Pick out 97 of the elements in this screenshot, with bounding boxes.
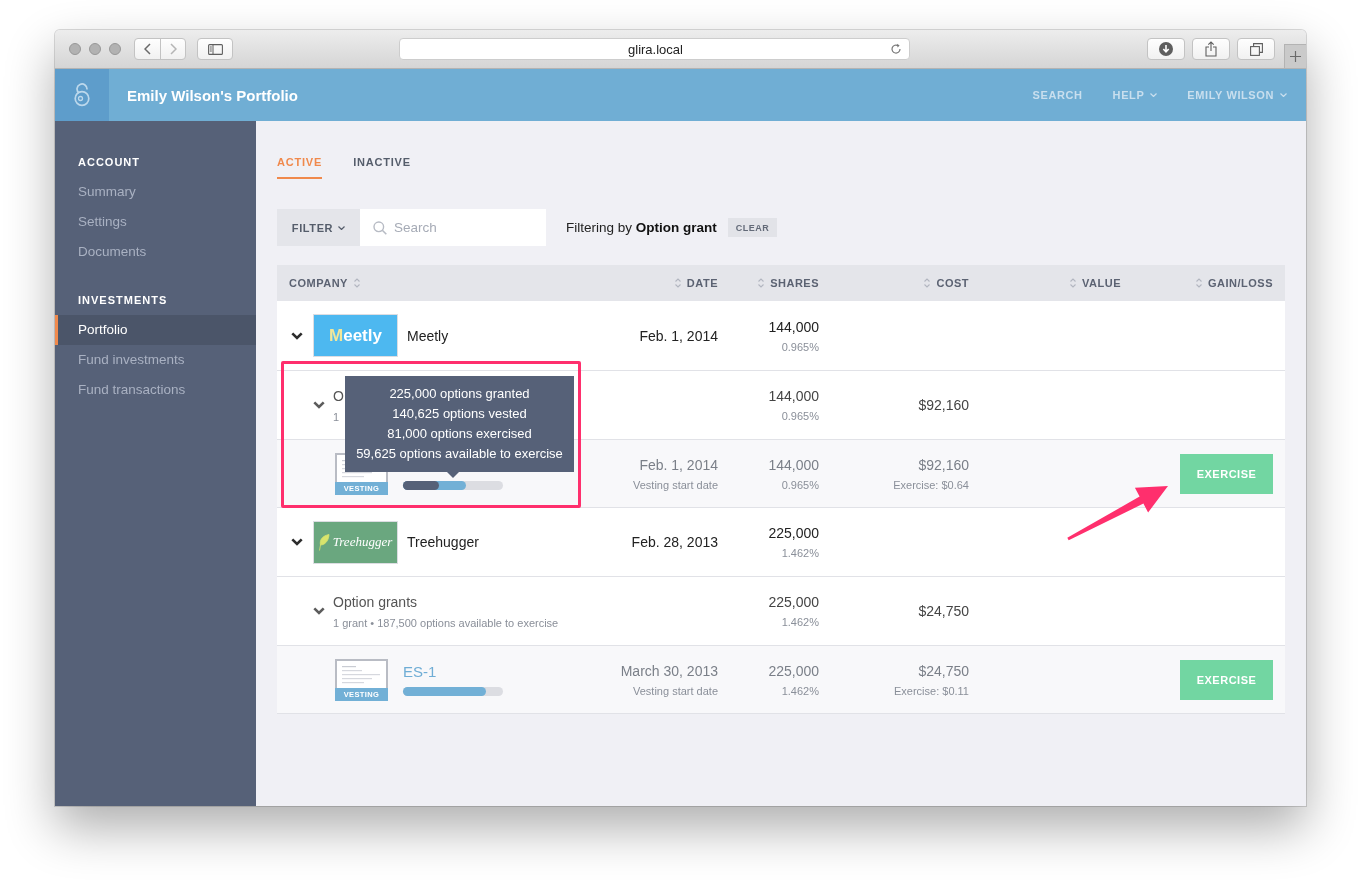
nav-link[interactable]: EMILY WILSON <box>1187 89 1287 101</box>
exercise-button[interactable]: EXERCISE <box>1180 453 1273 494</box>
tooltip-line: 81,000 options exercised <box>387 425 532 443</box>
sidebar-item[interactable]: Portfolio <box>55 315 256 345</box>
minimize-window-button[interactable] <box>89 43 101 55</box>
chevron-down-icon[interactable] <box>291 331 303 340</box>
caret-down-icon <box>1150 93 1158 97</box>
caret-down-icon <box>338 225 346 230</box>
exercise-button[interactable]: EXERCISE <box>1180 659 1273 700</box>
percent-text: 0.965% <box>781 340 819 353</box>
group-title: O <box>333 387 344 404</box>
filter-button[interactable]: FILTER <box>277 209 360 246</box>
exercise-price: Exercise: $0.64 <box>893 478 969 491</box>
nav-link[interactable]: HELP <box>1112 89 1158 101</box>
logo-text: Meetly <box>329 325 382 346</box>
chevron-right-icon <box>169 43 177 55</box>
percent-text: 0.965% <box>781 410 819 422</box>
close-window-button[interactable] <box>69 43 81 55</box>
shares-value: 225,000 <box>768 525 819 541</box>
shares-value: 144,000 <box>768 388 819 404</box>
leaf-icon <box>318 533 330 551</box>
logo-text: Treehugger <box>332 534 393 550</box>
plus-icon <box>1290 51 1301 62</box>
downloads-button[interactable] <box>1147 38 1185 60</box>
sidebar-heading: ACCOUNT <box>77 155 141 170</box>
filter-status: Filtering by Option grant <box>566 220 717 235</box>
sort-icon <box>1196 278 1202 288</box>
address-field[interactable]: glira.local <box>399 38 910 60</box>
grant-link[interactable]: ES-1 <box>403 663 503 681</box>
app-title: Emily Wilson's Portfolio <box>127 86 298 104</box>
sidebar-item[interactable]: Fund transactions <box>55 375 256 405</box>
chevron-down-icon[interactable] <box>313 401 325 409</box>
caret-down-icon <box>1280 93 1287 97</box>
sidebar-button[interactable] <box>197 38 233 60</box>
column-header[interactable]: GAIN/LOSS <box>1196 277 1273 289</box>
logo-tile[interactable] <box>55 69 109 121</box>
sort-icon <box>1070 278 1077 288</box>
column-header[interactable]: SHARES <box>758 277 819 289</box>
cost-value: $24,750 <box>918 662 969 679</box>
company-name: Treehugger <box>407 534 479 550</box>
sidebar-icon <box>207 43 223 55</box>
group-subtitle: 1 <box>333 410 341 423</box>
date-note: Vesting start date <box>633 684 718 697</box>
column-header[interactable]: VALUE <box>1070 277 1121 289</box>
search-field[interactable]: Search <box>360 209 546 246</box>
column-header[interactable]: COMPANY <box>289 277 360 289</box>
sort-icon <box>353 278 360 288</box>
chevron-down-icon[interactable] <box>313 607 325 615</box>
column-header[interactable]: COST <box>924 277 969 289</box>
clear-button[interactable]: CLEAR <box>727 218 778 237</box>
column-header[interactable]: DATE <box>674 277 718 289</box>
date-text: March 30, 2013 <box>620 662 718 679</box>
cost-value: $92,160 <box>918 456 969 473</box>
chevron-left-icon <box>144 43 151 55</box>
tabs-icon <box>1249 42 1263 56</box>
sidebar-item[interactable]: Fund investments <box>55 345 256 375</box>
tooltip-line: 225,000 options granted <box>389 385 530 403</box>
search-icon <box>373 221 387 235</box>
chevron-down-icon[interactable] <box>291 538 303 546</box>
reload-icon[interactable] <box>890 43 902 55</box>
sidebar-heading: INVESTMENTS <box>77 293 169 308</box>
nav-link[interactable]: SEARCH <box>1032 89 1083 101</box>
date-text: Feb. 28, 2013 <box>631 534 718 550</box>
company-name: Meetly <box>407 327 449 344</box>
logo-icon <box>74 83 90 107</box>
percent-text: 1.462% <box>781 684 819 697</box>
percent-text: 0.965% <box>781 478 819 491</box>
zoom-window-button[interactable] <box>109 43 121 55</box>
sidebar-item[interactable]: Documents <box>55 237 256 267</box>
date-note: Vesting start date <box>633 478 718 491</box>
exercise-price: Exercise: $0.11 <box>894 684 969 697</box>
group-title: Option grants <box>333 593 419 610</box>
percent-text: 1.462% <box>781 547 819 559</box>
sidebar-item[interactable]: Summary <box>55 177 256 207</box>
tooltip-line: 140,625 options vested <box>392 405 527 423</box>
tab[interactable]: ACTIVE <box>277 155 323 179</box>
download-icon <box>1159 42 1173 56</box>
percent-text: 1.462% <box>781 616 819 628</box>
new-tab-button[interactable] <box>1284 44 1306 68</box>
share-button[interactable] <box>1192 38 1230 60</box>
shares-value: 225,000 <box>768 594 819 610</box>
shares-value: 144,000 <box>768 456 819 473</box>
shares-value: 144,000 <box>768 318 819 335</box>
sort-icon <box>674 278 681 288</box>
sort-icon <box>758 278 765 288</box>
cost-value: $92,160 <box>918 397 969 413</box>
date-text: Feb. 1, 2014 <box>639 327 718 344</box>
sort-icon <box>924 278 931 288</box>
tabs-button[interactable] <box>1237 38 1275 60</box>
cost-value: $24,750 <box>918 603 969 619</box>
date-text: Feb. 1, 2014 <box>639 456 718 473</box>
url-text: glira.local <box>627 41 684 57</box>
sidebar-item[interactable]: Settings <box>55 207 256 237</box>
shares-value: 225,000 <box>768 662 819 679</box>
group-subtitle: 1 grant • 187,500 options available to exercise <box>333 616 559 629</box>
share-icon <box>1205 41 1217 57</box>
tab[interactable]: INACTIVE <box>353 155 411 179</box>
